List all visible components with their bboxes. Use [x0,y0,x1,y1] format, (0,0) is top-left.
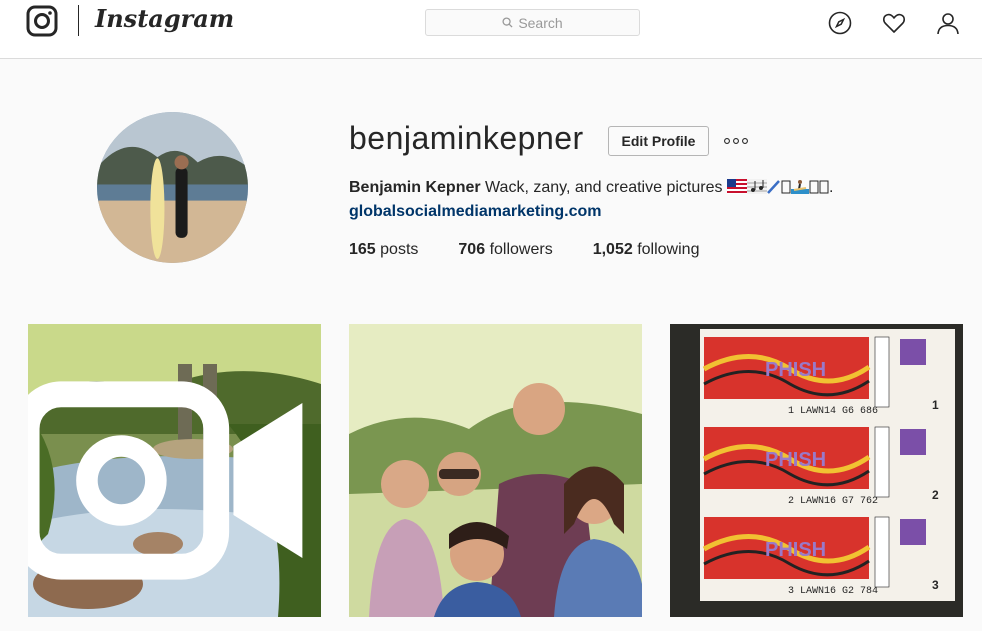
profile-bio: Benjamin Kepner Wack, zany, and creative… [349,179,833,197]
top-navigation-bar: Instagram Search [0,0,982,59]
bio-end: . [828,179,834,196]
ticket-band-name: PHISH [765,359,826,381]
profile-website-link[interactable]: globalsocialmediamarketing.com [349,203,602,221]
followers-count: 706 [458,241,486,258]
profile-username: benjaminkepner [349,120,584,156]
us-flag-icon [726,179,747,194]
logo-divider [78,5,79,36]
ticket-band-name: PHISH [765,449,826,471]
music-notes-icon [746,179,767,194]
following-label: following [637,241,700,258]
instagram-logo-icon[interactable] [26,5,58,37]
posts-count: 165 [349,241,376,258]
followers-stat[interactable]: 706 followers [458,241,552,259]
heart-icon[interactable] [882,11,906,35]
ticket-band-name: PHISH [765,539,826,561]
ticket-section: 2 LAWN16 G7 762 [788,496,878,507]
ticket-stub-number: 1 [932,398,939,412]
missing-glyph-icon [809,180,819,194]
bio-text: Wack, zany, and creative pictures [485,179,723,196]
ticket-stub-number: 2 [932,488,939,502]
explore-compass-icon[interactable] [828,11,852,35]
tickets-photo: PHISH 1 LAWN14 G6 686 1 PHISH 2 LAWN16 G7 76… [670,324,963,617]
post-tile-river[interactable] [28,324,321,617]
profile-icon[interactable] [936,11,960,35]
ticket-barcode [874,426,890,498]
missing-glyph-icon [819,180,829,194]
pencil-icon [766,180,780,194]
following-stat[interactable]: 1,052 following [593,241,700,259]
ticket-section: 3 LAWN16 G2 784 [788,586,878,597]
ticket-section: 1 LAWN14 G6 686 [788,406,878,417]
profile-full-name: Benjamin Kepner [349,179,481,196]
ticket-stub-art [900,339,926,365]
profile-stats: 165 posts 706 followers 1,052 following [349,241,739,259]
more-options-icon[interactable] [722,134,750,148]
ticket-barcode [874,336,890,408]
followers-label: followers [489,241,553,258]
posts-label: posts [380,241,419,258]
search-input[interactable]: Search [425,9,640,36]
ticket-barcode [874,516,890,588]
missing-glyph-icon [781,180,791,194]
ticket-stub-art [900,519,926,545]
post-tile-friends[interactable] [349,324,642,617]
profile-avatar[interactable] [97,112,248,263]
following-count: 1,052 [592,241,633,258]
post-tile-tickets[interactable]: PHISH 1 LAWN14 G6 686 1 PHISH 2 LAWN16 G7 76… [670,324,963,617]
ticket-stub-number: 3 [932,578,939,592]
edit-profile-button[interactable]: Edit Profile [608,126,709,156]
search-icon [502,17,513,28]
search-placeholder: Search [518,14,563,31]
video-camera-icon [28,381,303,580]
surfer-icon [790,180,809,194]
ticket-stub-art [900,429,926,455]
posts-stat[interactable]: 165 posts [349,241,418,259]
instagram-wordmark[interactable]: Instagram [95,4,234,33]
friends-photo [349,324,642,617]
